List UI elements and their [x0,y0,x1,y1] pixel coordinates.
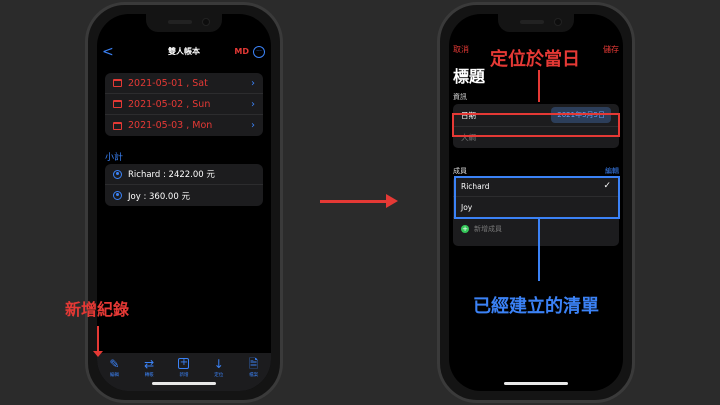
annotation-line-blue [538,219,540,281]
date-label: 2021-05-03 , Mon [128,120,213,131]
date-row[interactable]: 2021-05-01 , Sat › [105,73,263,94]
members-section-label: 成員 [453,167,467,175]
annotation-add-record: 新增紀錄 [65,300,130,319]
calendar-icon [113,79,122,87]
date-row[interactable]: 2021-05-02 , Sun › [105,94,263,115]
chevron-right-icon: › [251,98,255,110]
date-label: 2021-05-02 , Sun [128,98,211,110]
home-indicator [152,382,216,385]
more-icon[interactable]: ··· [253,46,265,58]
list-highlight-box [454,176,620,219]
subtotal-heading: 小計 [105,153,124,163]
save-button[interactable]: 儲存 [603,44,619,55]
left-screen: < 雙人帳本 MD ··· 2021-05-01 , Sat › 2021-05… [97,14,271,391]
add-member-button[interactable]: + 新增成員 [453,218,619,239]
plus-circle-icon: + [461,224,469,233]
person-row[interactable]: Joy : 360.00 元 [105,185,263,206]
locate-button[interactable]: ↓ 定位 [204,357,234,391]
person-total: Joy : 360.00 元 [128,191,190,202]
notch [498,14,574,32]
chevron-right-icon: › [251,77,255,89]
toolbar-label: 編輯 [109,373,119,378]
notch [146,14,222,32]
transfer-icon: ⇄ [144,357,155,371]
person-icon [113,191,122,200]
date-row[interactable]: 2021-05-03 , Mon › [105,115,263,136]
toolbar-label: 定位 [214,373,224,378]
calendar-icon [113,121,122,130]
toolbar-label: 新增 [179,373,189,378]
date-list: 2021-05-01 , Sat › 2021-05-02 , Sun › 20… [105,73,263,136]
toolbar-label: 檔案 [249,373,259,378]
info-section-label: 資訊 [453,93,467,101]
annotation-locate-today: 定位於當日 [490,49,580,70]
annotation-arrow-down [93,326,103,357]
annotation-existing-list: 已經建立的清單 [473,296,599,317]
nav-bar: < 雙人帳本 MD ··· [97,42,271,62]
pencil-icon: ✎ [109,357,120,371]
file-button[interactable]: 🗎 檔案 [239,357,269,391]
calendar-icon [113,100,122,108]
plus-box-icon: + [178,357,190,369]
add-button[interactable]: + 新增 [169,357,199,391]
document-icon: 🗎 [248,357,259,371]
left-phone: < 雙人帳本 MD ··· 2021-05-01 , Sat › 2021-05… [85,2,283,403]
cancel-button[interactable]: 取消 [453,44,469,55]
date-label: 2021-05-01 , Sat [128,77,208,89]
arrow-down-icon: ↓ [213,357,224,371]
add-member-label: 新增成員 [474,224,502,233]
annotation-line-red [538,70,540,102]
person-list: Richard : 2422.00 元 Joy : 360.00 元 [105,164,263,206]
date-highlight-box [452,113,620,137]
person-icon [113,169,122,179]
person-row[interactable]: Richard : 2422.00 元 [105,164,263,185]
edit-members-button[interactable]: 編輯 [605,166,619,176]
transfer-button[interactable]: ⇄ 轉帳 [134,357,164,391]
arrow-right-icon [320,194,398,208]
form-title[interactable]: 標題 [453,63,485,87]
edit-button[interactable]: ✎ 編輯 [99,357,129,391]
person-total: Richard : 2422.00 元 [128,170,215,180]
bottom-toolbar: ✎ 編輯 ⇄ 轉帳 + 新增 ↓ 定位 🗎 檔案 [97,353,271,391]
md-button[interactable]: MD [234,42,249,62]
chevron-right-icon: › [251,120,255,131]
toolbar-label: 轉帳 [144,373,154,378]
